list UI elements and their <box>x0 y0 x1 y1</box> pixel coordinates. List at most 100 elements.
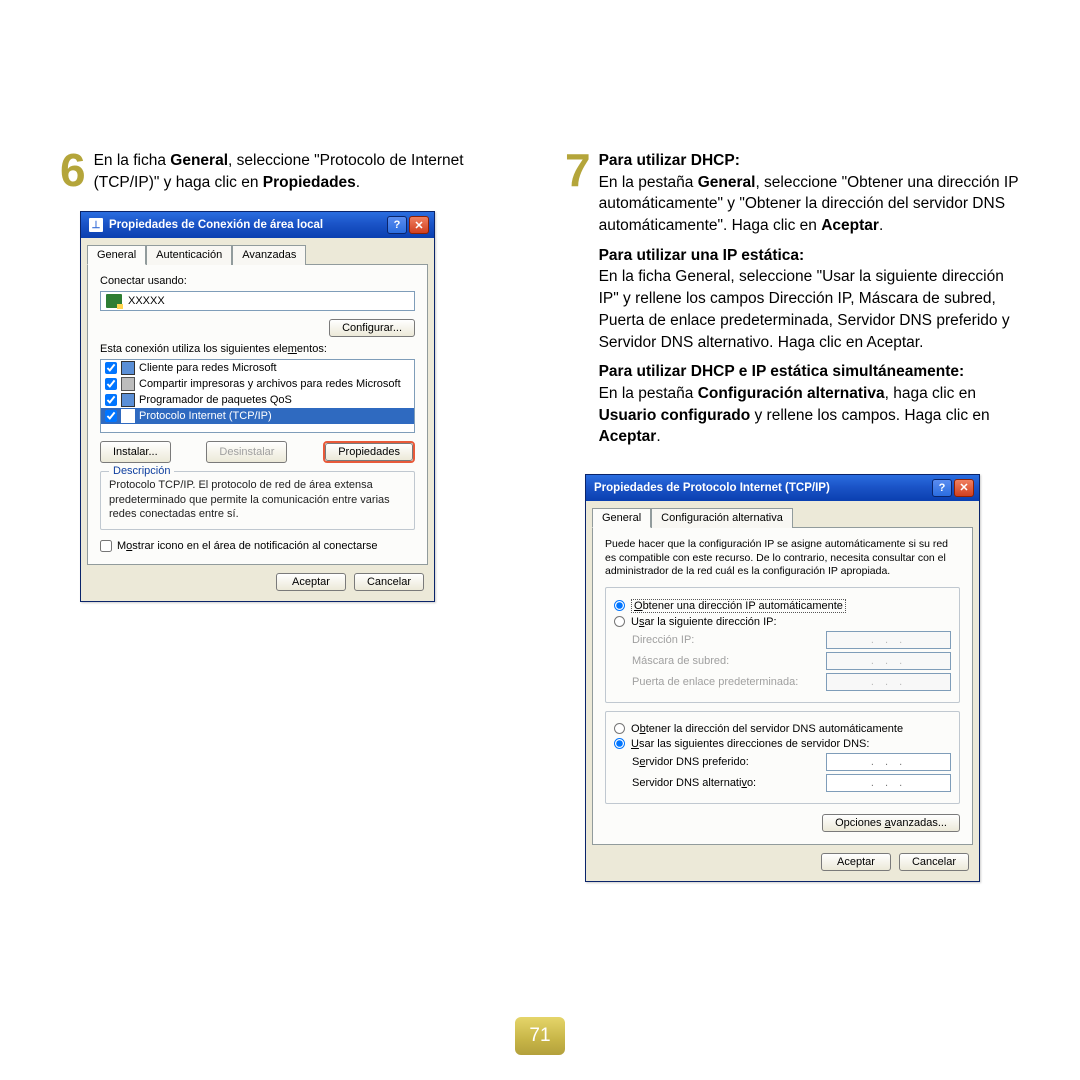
radio-static-ip[interactable]: Usar la siguiente dirección IP: <box>614 616 951 628</box>
checkbox[interactable] <box>105 362 117 374</box>
item-label: Compartir impresoras y archivos para red… <box>139 378 401 390</box>
label: Dirección IP: <box>632 634 694 646</box>
checkbox[interactable] <box>105 394 117 406</box>
step-6: 6 En la ficha General, seleccione "Proto… <box>60 150 515 193</box>
close-button[interactable]: ✕ <box>954 479 974 497</box>
dns2-field: Servidor DNS alternativo: . . . <box>632 774 951 792</box>
step-number-7: 7 <box>565 150 591 191</box>
radio[interactable] <box>614 616 625 627</box>
radio[interactable] <box>614 738 625 749</box>
ip-group: Obtener una dirección IP automáticamente… <box>605 587 960 703</box>
info-text: Puede hacer que la configuración IP se a… <box>605 538 960 579</box>
ip-input: . . . <box>826 673 951 691</box>
tab-panel: Conectar usando: XXXXX Configurar... Est… <box>87 264 428 565</box>
install-button[interactable]: Instalar... <box>100 441 171 463</box>
radio-static-dns[interactable]: Usar las siguientes direcciones de servi… <box>614 738 951 750</box>
step-6-text: En la ficha General, seleccione "Protoco… <box>94 150 515 193</box>
titlebar[interactable]: ⊥ Propiedades de Conexión de área local … <box>81 212 434 238</box>
description-text: Protocolo TCP/IP. El protocolo de red de… <box>109 478 406 521</box>
radio[interactable] <box>614 600 625 611</box>
item-label: Programador de paquetes QoS <box>139 394 292 406</box>
t: , haga clic en <box>885 385 976 402</box>
qos-icon <box>121 393 135 407</box>
client-icon <box>121 361 135 375</box>
adapter-icon <box>106 294 122 308</box>
radio-auto-ip[interactable]: Obtener una dirección IP automáticamente <box>614 599 951 613</box>
tcpip-icon <box>121 409 135 423</box>
label: Puerta de enlace predeterminada: <box>632 676 798 688</box>
t: Propiedades <box>263 174 356 191</box>
tabs: General Autenticación Avanzadas <box>81 238 434 264</box>
list-item[interactable]: Cliente para redes Microsoft <box>101 360 414 376</box>
t: . <box>656 428 660 445</box>
connect-using-label: Conectar usando: <box>100 275 415 287</box>
right-column: 7 Para utilizar DHCP: En la pestaña Gene… <box>565 150 1020 882</box>
advanced-button[interactable]: Opciones avanzadas... <box>822 814 960 832</box>
ok-button[interactable]: Aceptar <box>276 573 346 591</box>
t: Usuario configurado <box>599 407 751 424</box>
window-icon: ⊥ <box>89 218 103 232</box>
share-icon <box>121 377 135 391</box>
lan-properties-dialog: ⊥ Propiedades de Conexión de área local … <box>80 211 435 602</box>
cancel-button[interactable]: Cancelar <box>354 573 424 591</box>
t: . <box>879 217 883 234</box>
checkbox[interactable] <box>100 540 112 552</box>
help-button[interactable]: ? <box>932 479 952 497</box>
mask-field: Máscara de subred:. . . <box>632 652 951 670</box>
dhcp-head: Para utilizar DHCP: <box>599 152 740 169</box>
t: Aceptar <box>599 428 657 445</box>
titlebar[interactable]: Propiedades de Protocolo Internet (TCP/I… <box>586 475 979 501</box>
list-item[interactable]: Compartir impresoras y archivos para red… <box>101 376 414 392</box>
adapter-field[interactable]: XXXXX <box>100 291 415 311</box>
properties-highlight: Propiedades <box>323 441 415 463</box>
close-button[interactable]: ✕ <box>409 216 429 234</box>
radio-label: Usar las siguientes direcciones de servi… <box>631 738 869 750</box>
show-icon-check[interactable]: Mostrar icono en el área de notificación… <box>100 540 415 552</box>
description-legend: Descripción <box>109 465 174 477</box>
t: Aceptar <box>821 217 879 234</box>
static-head: Para utilizar una IP estática: <box>599 245 1020 267</box>
t: General <box>698 174 756 191</box>
step-7: 7 Para utilizar DHCP: En la pestaña Gene… <box>565 150 1020 456</box>
dns1-field: Servidor DNS preferido: . . . <box>632 753 951 771</box>
static-body: En la ficha General, seleccione "Usar la… <box>599 266 1020 353</box>
tab-general[interactable]: General <box>592 508 651 528</box>
page-number-badge: 71 <box>515 1017 565 1055</box>
dns-group: Obtener la dirección del servidor DNS au… <box>605 711 960 804</box>
window-title: Propiedades de Protocolo Internet (TCP/I… <box>594 482 830 494</box>
t: . <box>356 174 360 191</box>
label: Servidor DNS preferido: <box>632 756 749 768</box>
help-button[interactable]: ? <box>387 216 407 234</box>
cancel-button[interactable]: Cancelar <box>899 853 969 871</box>
step-number-6: 6 <box>60 150 86 191</box>
t: En la pestaña <box>599 174 698 191</box>
t: y rellene los campos. Haga clic en <box>750 407 990 424</box>
radio-auto-dns[interactable]: Obtener la dirección del servidor DNS au… <box>614 723 951 735</box>
tab-general[interactable]: General <box>87 245 146 265</box>
list-item[interactable]: Programador de paquetes QoS <box>101 392 414 408</box>
radio-label: Obtener la dirección del servidor DNS au… <box>631 723 903 735</box>
uninstall-button: Desinstalar <box>206 441 287 463</box>
t: En la pestaña <box>599 385 698 402</box>
tab-alt-config[interactable]: Configuración alternativa <box>651 508 793 528</box>
checkbox[interactable] <box>105 410 117 422</box>
page-number: 71 <box>529 1025 550 1047</box>
ip-input[interactable]: . . . <box>826 753 951 771</box>
ok-button[interactable]: Aceptar <box>821 853 891 871</box>
ip-input[interactable]: . . . <box>826 774 951 792</box>
elements-label: Esta conexión utiliza los siguientes ele… <box>100 343 415 355</box>
checkbox[interactable] <box>105 378 117 390</box>
radio[interactable] <box>614 723 625 734</box>
radio-label: Usar la siguiente dirección IP: <box>631 616 777 628</box>
both-head: Para utilizar DHCP e IP estática simultá… <box>599 361 1020 383</box>
tab-advanced[interactable]: Avanzadas <box>232 245 306 265</box>
tab-auth[interactable]: Autenticación <box>146 245 232 265</box>
list-item-selected[interactable]: Protocolo Internet (TCP/IP) <box>101 408 414 424</box>
components-list[interactable]: Cliente para redes Microsoft Compartir i… <box>100 359 415 433</box>
gw-field: Puerta de enlace predeterminada: . . . <box>632 673 951 691</box>
item-label: Cliente para redes Microsoft <box>139 362 277 374</box>
properties-button[interactable]: Propiedades <box>325 443 413 461</box>
label: Servidor DNS alternativo: <box>632 777 756 789</box>
configure-button[interactable]: Configurar... <box>329 319 415 337</box>
step-7-text: Para utilizar DHCP: En la pestaña Genera… <box>599 150 1020 456</box>
